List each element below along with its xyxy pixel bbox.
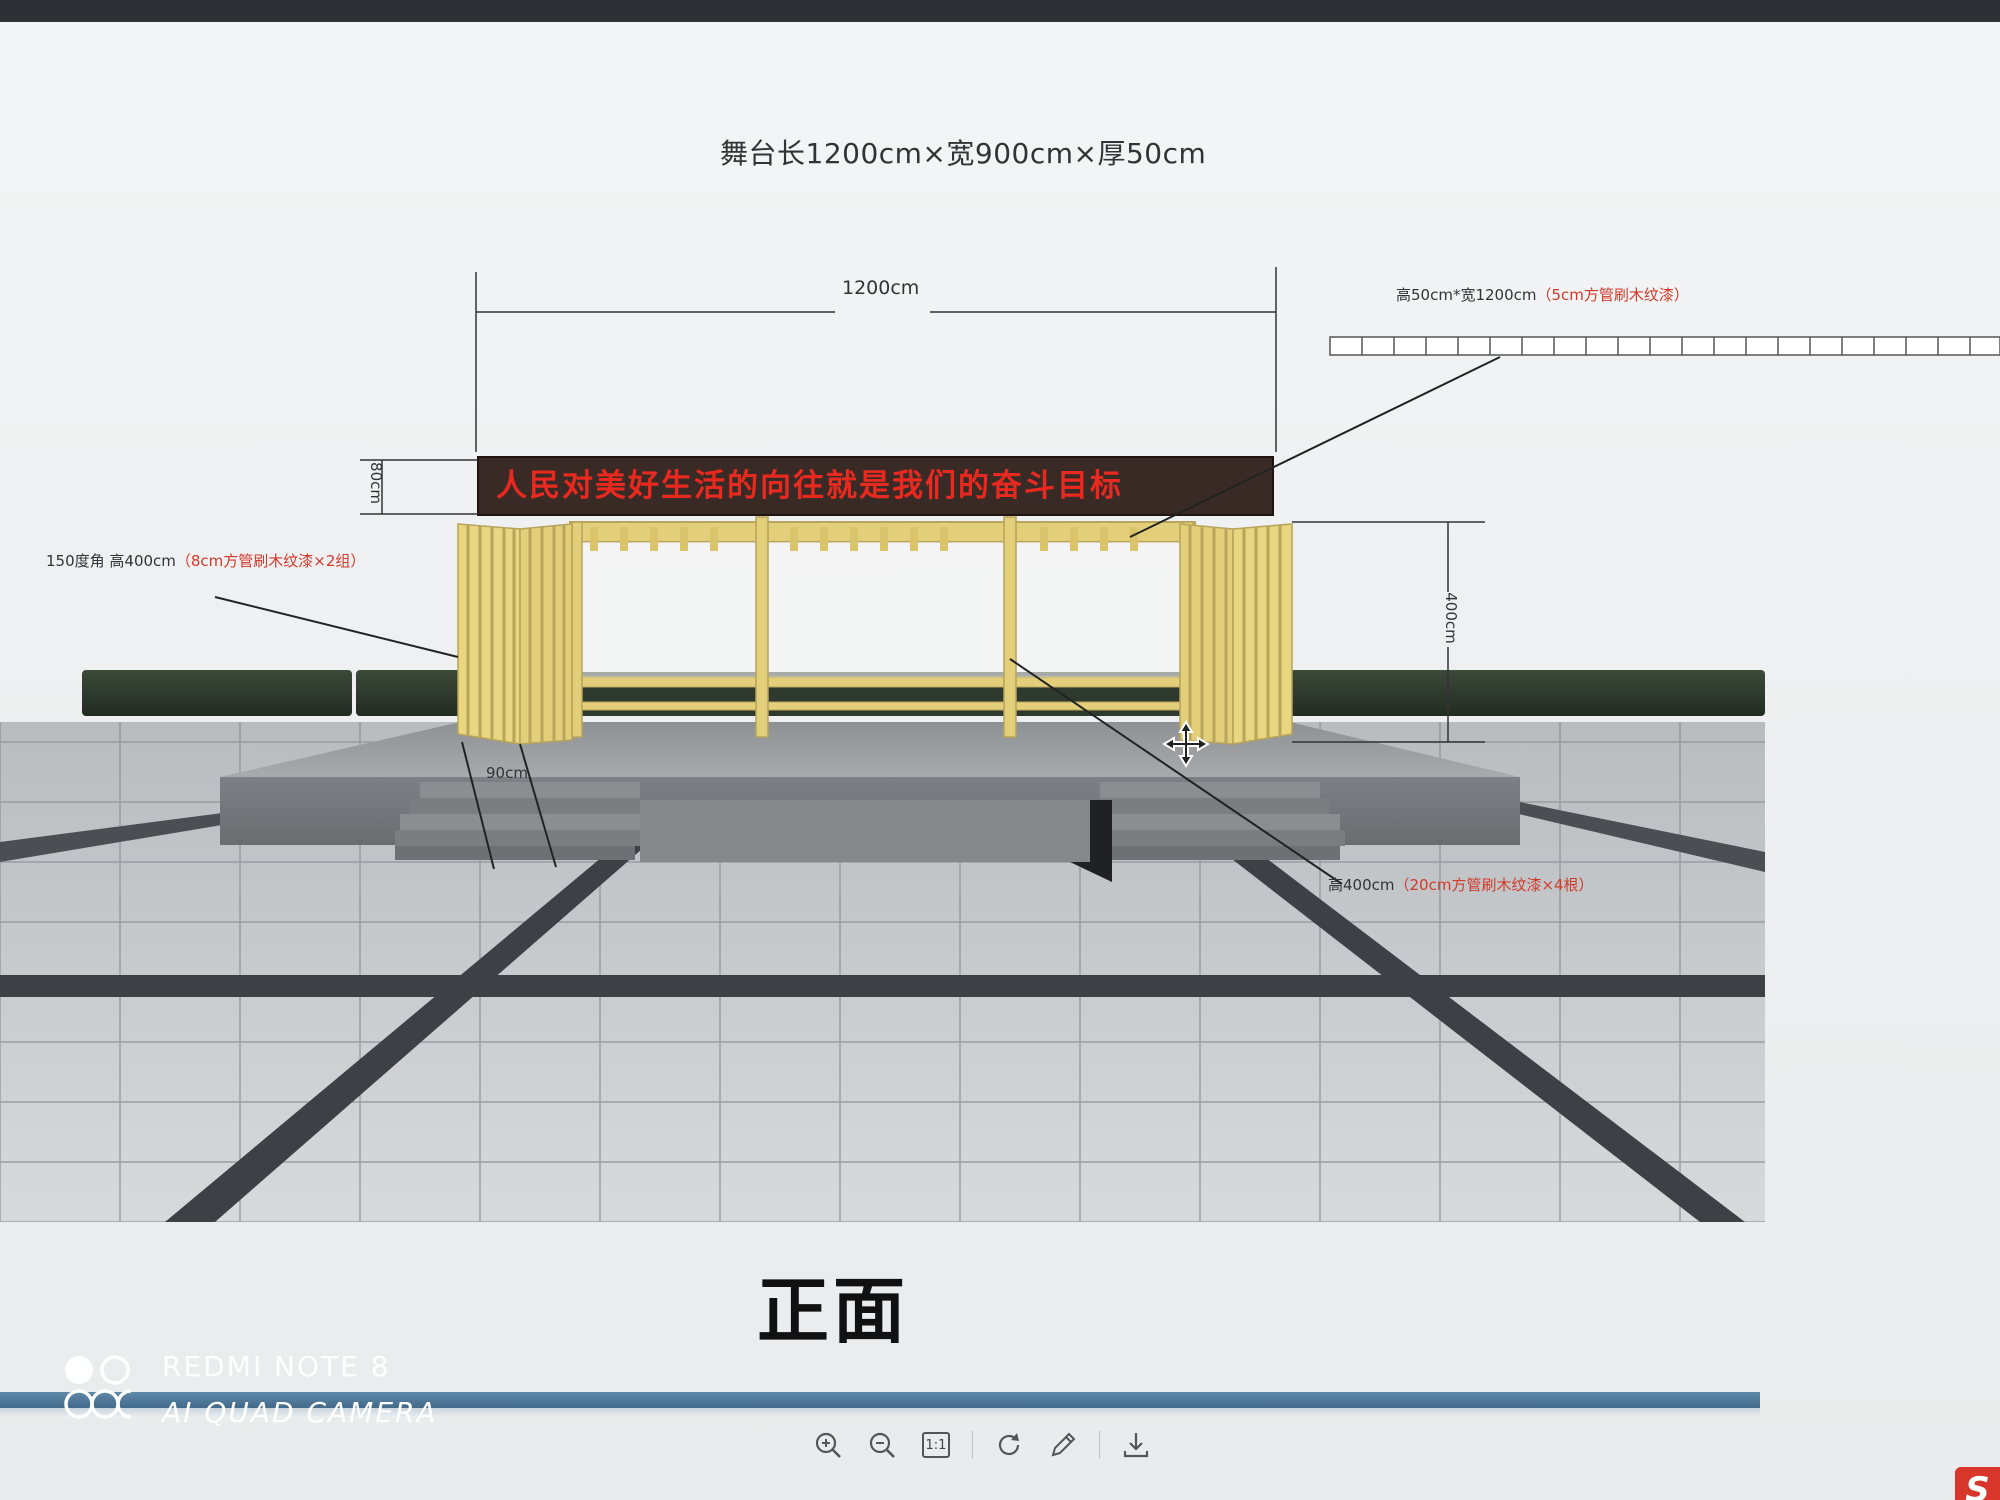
callout-beam: 高50cm*宽1200cm（5cm方管刷木纹漆） [1396, 284, 1689, 305]
image-viewer: 舞台长1200cm×宽900cm×厚50cm 1200cm 80cm 400cm… [0, 22, 2000, 1500]
edit-button[interactable] [1045, 1427, 1081, 1463]
callout-side-text: 150度角 高400cm [46, 552, 176, 570]
callout-side-note: （8cm方管刷木纹漆×2组） [175, 552, 366, 570]
pillar-height-dimension: 400cm [1441, 592, 1460, 644]
callout-post-note: （20cm方管刷木纹漆×4根） [1394, 876, 1594, 894]
download-button[interactable] [1118, 1427, 1154, 1463]
watermark-line-1: REDMI NOTE 8 [162, 1350, 391, 1383]
actual-size-icon: 1:1 [922, 1432, 950, 1458]
post-2 [1003, 516, 1017, 738]
slogan-banner-text: 人民对美好生活的向往就是我们的奋斗目标 [496, 468, 1123, 504]
stage-drawing [0, 267, 2000, 1222]
callout-beam-text: 高50cm*宽1200cm [1396, 286, 1537, 304]
hedge-right [1290, 670, 1765, 716]
camera-logo-icon [64, 1355, 132, 1419]
actual-size-button[interactable]: 1:1 [918, 1427, 954, 1463]
callout-post: 高400cm（20cm方管刷木纹漆×4根） [1328, 874, 1594, 895]
step-dimension: 90cm [486, 764, 528, 782]
callout-side: 150度角 高400cm（8cm方管刷木纹漆×2组） [46, 550, 365, 571]
viewer-toolbar: 1:1 [810, 1425, 1154, 1465]
left-slat-screen [457, 523, 573, 745]
beam-detail-strip [1329, 336, 2000, 356]
callout-beam-note: （5cm方管刷木纹漆） [1536, 286, 1689, 304]
view-label: 正面 [757, 1268, 910, 1353]
rotate-icon [998, 1433, 1020, 1456]
post-1 [755, 516, 769, 738]
width-dimension: 1200cm [842, 277, 920, 299]
monitor-top-bezel [0, 0, 2000, 22]
zoom-in-button[interactable] [810, 1427, 846, 1463]
hedge-left [82, 670, 352, 716]
zoom-out-icon [869, 1432, 895, 1458]
toolbar-separator [1099, 1431, 1100, 1459]
toolbar-separator [972, 1431, 973, 1459]
banner-height-dimension: 80cm [366, 462, 385, 504]
paving-strip-horizontal [0, 975, 1765, 997]
rotate-button[interactable] [991, 1427, 1027, 1463]
download-icon [1123, 1433, 1149, 1458]
zoom-out-button[interactable] [864, 1427, 900, 1463]
watermark-line-2: AI QUAD CAMERA [162, 1396, 438, 1429]
sogou-logo: S [1955, 1467, 2000, 1500]
right-slat-screen [1179, 523, 1293, 745]
pencil-icon [1051, 1432, 1076, 1457]
callout-post-text: 高400cm [1328, 876, 1395, 894]
zoom-in-icon [815, 1432, 841, 1458]
